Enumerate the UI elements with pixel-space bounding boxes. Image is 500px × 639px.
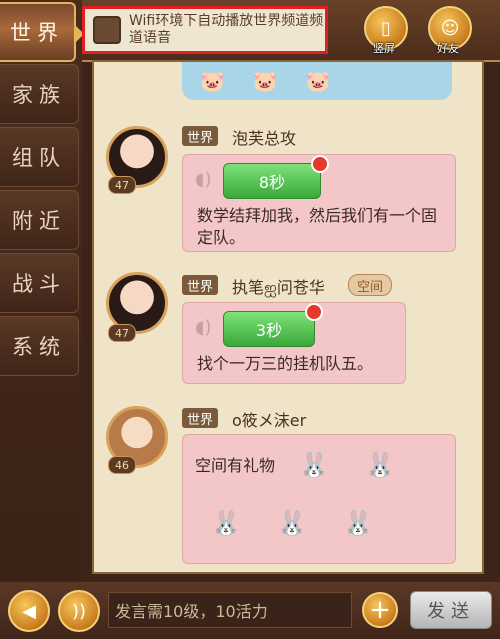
level-badge: 47 [108, 324, 136, 342]
chat-input-placeholder: 发言需10级，10活力 [115, 602, 268, 621]
tab-battle[interactable]: 战斗 [0, 253, 79, 313]
bunny-sticker-icon: 🐰 [299, 451, 329, 479]
bunny-sticker-icon: 🐰 [211, 509, 241, 537]
message-text: 数学结拜加我，然后我们有一个固定队。 [197, 206, 438, 247]
bottom-input-bar: ◀ )) 发言需10级，10活力 + 发送 [0, 582, 500, 639]
tab-nearby-label: 附近 [12, 209, 66, 233]
voice-wave-icon: )) [71, 600, 87, 622]
message-text: 空间有礼物 [195, 456, 276, 475]
space-badge[interactable]: 空间 [348, 274, 393, 296]
tab-system-label: 系统 [12, 335, 66, 359]
plus-icon: + [369, 595, 391, 625]
level-badge: 46 [108, 456, 136, 474]
top-bar: Wifi环境下自动播放世界频道频道语音 ▯ 竖屏 ☺ 好友 [82, 0, 500, 62]
channel-tag: 世界 [182, 275, 219, 295]
voice-duration: 8秒 [258, 173, 286, 192]
channel-tag: 世界 [182, 408, 219, 428]
send-button-label: 发送 [427, 601, 475, 622]
voice-wave-icon: ◖) [195, 317, 212, 338]
bunny-sticker-icon: 🐰 [343, 509, 373, 537]
previous-message-sticker: 🐷 🐷 🐷 [182, 62, 452, 100]
tab-world-label: 世界 [10, 21, 64, 45]
voice-play-button[interactable]: 3秒 [223, 311, 315, 347]
speaker-button[interactable]: ◀ [8, 590, 50, 632]
message-bubble: 空间有礼物 🐰 🐰 🐰 🐰 🐰 [182, 434, 456, 564]
friends-icon: ☺ [440, 17, 460, 39]
username[interactable]: 泡芙总攻 [232, 125, 296, 149]
pig-sticker-icon: 🐷 [305, 69, 331, 93]
channel-tag: 世界 [182, 126, 219, 146]
bunny-sticker-icon: 🐰 [277, 509, 307, 537]
unread-dot [305, 303, 323, 321]
tab-team[interactable]: 组队 [0, 127, 79, 187]
tab-family[interactable]: 家族 [0, 64, 79, 124]
voice-play-button[interactable]: 8秒 [223, 163, 321, 199]
level-badge: 47 [108, 176, 136, 194]
chat-input[interactable]: 发言需10级，10活力 [108, 592, 352, 628]
chat-panel[interactable]: 🐷 🐷 🐷 47 世界 泡芙总攻 ◖) 8秒 数学结拜加我，然后我们有一个固定队… [92, 60, 484, 574]
message-bubble: ◖) 3秒 找个一万三的挂机队五。 [182, 302, 406, 384]
tab-battle-label: 战斗 [12, 272, 66, 296]
tab-system[interactable]: 系统 [0, 316, 79, 376]
message-text: 找个一万三的挂机队五。 [197, 354, 374, 373]
friends-label: 好友 [437, 42, 459, 55]
wifi-autoplay-toggle[interactable]: Wifi环境下自动播放世界频道频道语音 [82, 6, 328, 54]
add-button[interactable]: + [362, 592, 398, 628]
voice-duration: 3秒 [255, 321, 283, 340]
autoplay-checkbox[interactable] [93, 16, 121, 44]
wifi-autoplay-label: Wifi环境下自动播放世界频道频道语音 [129, 13, 324, 46]
tab-nearby[interactable]: 附近 [0, 190, 79, 250]
tab-family-label: 家族 [12, 83, 66, 107]
pig-sticker-icon: 🐷 [200, 69, 225, 93]
tab-world[interactable]: 世界 [0, 2, 84, 62]
channel-sidebar: 世界 家族 组队 附近 战斗 系统 [0, 0, 84, 580]
bunny-sticker-icon: 🐰 [365, 451, 395, 479]
username[interactable]: 执笔ஐ问苍华 [232, 274, 325, 299]
tab-team-label: 组队 [12, 146, 66, 170]
voice-wave-icon: ◖) [195, 169, 212, 190]
speaker-icon: ◀ [22, 600, 36, 622]
message-bubble: ◖) 8秒 数学结拜加我，然后我们有一个固定队。 [182, 154, 456, 252]
pig-sticker-icon: 🐷 [252, 69, 278, 93]
phone-portrait-icon: ▯ [381, 17, 391, 39]
unread-dot [311, 155, 329, 173]
portrait-mode-label: 竖屏 [373, 42, 395, 55]
username[interactable]: o筱メ沫er [232, 407, 306, 431]
voice-input-button[interactable]: )) [58, 590, 100, 632]
send-button[interactable]: 发送 [410, 591, 492, 629]
